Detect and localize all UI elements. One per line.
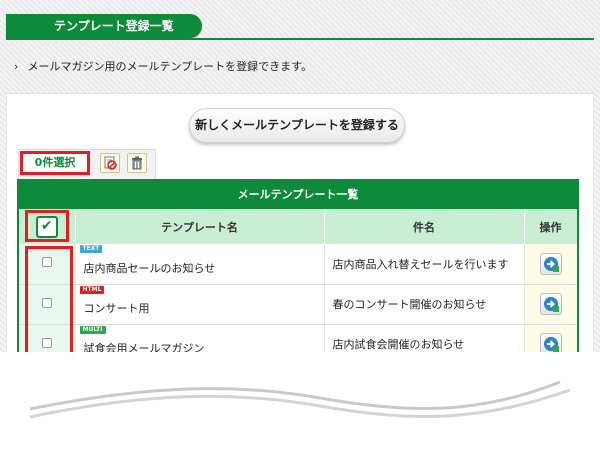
- breadcrumb-text: メールマガジン用のメールテンプレートを登録できます。: [27, 60, 313, 73]
- register-template-button[interactable]: 新しくメールテンプレートを登録する: [189, 108, 405, 143]
- arrow-right-icon: [543, 297, 559, 312]
- subject-cell: 店内試食会開催のお知らせ: [324, 324, 525, 353]
- template-grid: ✔ テンプレート名 件名 操作 TEXT 店内商品セールのお知らせ 店内商品入れ…: [19, 209, 577, 353]
- breadcrumb: › メールマガジン用のメールテンプレートを登録できます。: [14, 58, 312, 74]
- column-header-ops: 操作: [524, 209, 577, 244]
- use-template-button[interactable]: [539, 293, 562, 315]
- template-subject: 春のコンサート開催のお知らせ: [332, 298, 487, 311]
- table-row: MULTI 試食会用メールマガジン 店内試食会開催のお知らせ: [19, 324, 577, 353]
- table-row: TEXT 店内商品セールのお知らせ 店内商品入れ替えセールを行います: [19, 244, 577, 285]
- template-subject: 店内商品入れ替えセールを行います: [332, 257, 509, 271]
- template-subject: 店内試食会開催のお知らせ: [332, 338, 465, 351]
- trash-icon: [132, 156, 142, 170]
- delete-schedule-icon: [104, 156, 117, 170]
- arrow-right-icon: [543, 256, 559, 272]
- select-all-highlight: [25, 210, 69, 242]
- use-template-button[interactable]: [539, 252, 562, 275]
- type-badge: HTML: [79, 285, 105, 294]
- subject-cell: 春のコンサート開催のお知らせ: [324, 284, 525, 325]
- selected-count-badge: 0件選択: [20, 151, 90, 175]
- type-badge: TEXT: [79, 245, 103, 253]
- table-header-row: ✔ テンプレート名 件名 操作: [19, 209, 577, 244]
- template-name-cell: HTML コンサート用: [75, 284, 325, 325]
- delete-schedule-button[interactable]: [100, 153, 120, 173]
- title-divider: [6, 38, 594, 40]
- template-name: コンサート用: [83, 302, 150, 315]
- ops-cell: [524, 324, 577, 353]
- ops-cell: [524, 244, 577, 285]
- use-template-button[interactable]: [539, 333, 562, 353]
- table-title: メールテンプレート一覧: [19, 181, 577, 209]
- page-title: テンプレート登録一覧: [6, 14, 202, 38]
- arrow-right-icon: [543, 337, 559, 352]
- template-table: メールテンプレート一覧 ✔ テンプレート名 件名 操作 TEXT 店内商品セール…: [17, 179, 579, 353]
- type-badge: MULTI: [79, 325, 106, 334]
- chevron-right-icon: ›: [14, 60, 19, 73]
- screenshot-cut-area: [0, 352, 600, 454]
- trash-button[interactable]: [127, 153, 147, 173]
- ops-cell: [524, 284, 577, 325]
- template-name: 店内商品セールのお知らせ: [83, 261, 216, 275]
- table-row: HTML コンサート用 春のコンサート開催のお知らせ: [19, 284, 577, 325]
- template-name-cell: TEXT 店内商品セールのお知らせ: [75, 244, 325, 285]
- column-header-subject: 件名: [324, 209, 525, 244]
- subject-cell: 店内商品入れ替えセールを行います: [324, 244, 525, 285]
- template-name-cell: MULTI 試食会用メールマガジン: [75, 324, 325, 353]
- column-header-name: テンプレート名: [75, 209, 325, 244]
- checkbox-column-highlight: [25, 246, 73, 362]
- torn-edge-wave: [29, 380, 571, 419]
- template-name: 試食会用メールマガジン: [83, 342, 205, 353]
